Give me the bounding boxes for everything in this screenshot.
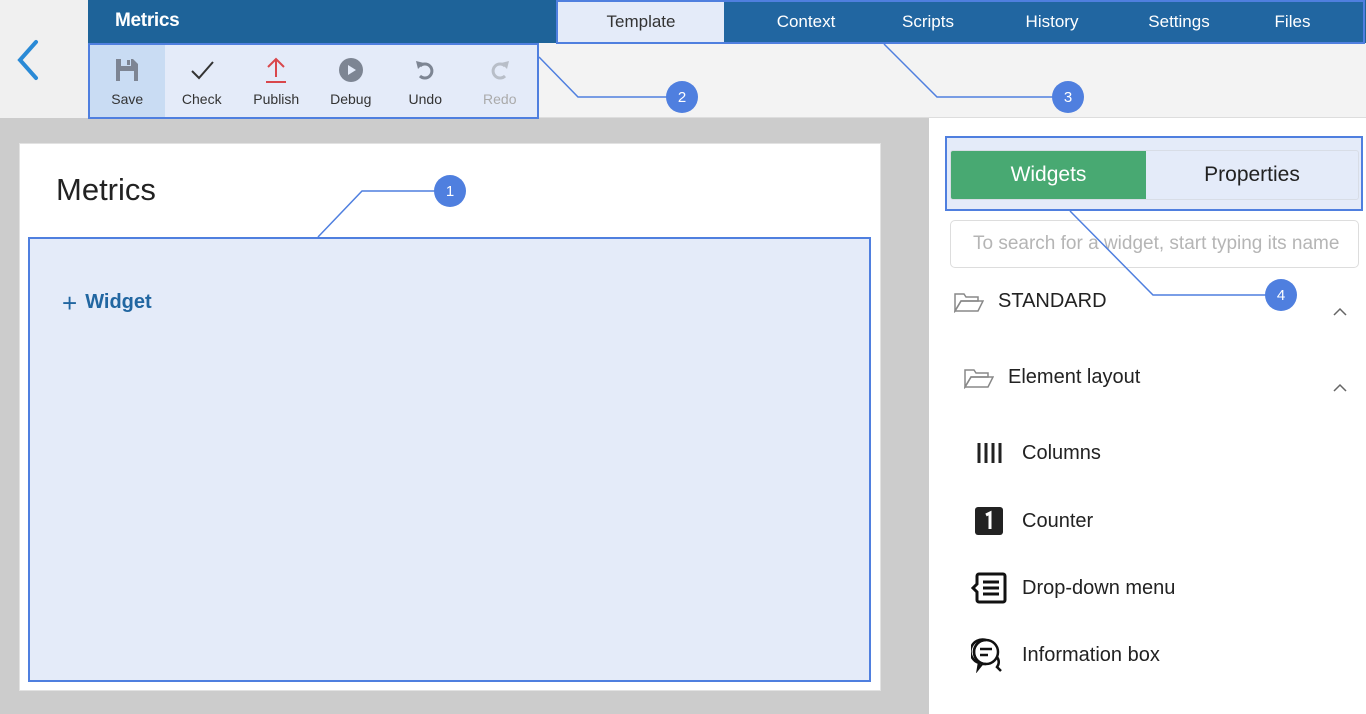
toolbar: Save Check Publish Debug Undo Redo [88, 43, 539, 119]
widget-item-information-box[interactable]: Information box [968, 637, 1160, 673]
group-element-layout-label: Element layout [1008, 366, 1141, 388]
widget-item-counter[interactable]: Counter [968, 507, 1093, 535]
widget-item-columns[interactable]: Columns [968, 441, 1101, 465]
chevron-left-icon [17, 40, 38, 80]
redo-label: Redo [483, 91, 517, 107]
tab-template[interactable]: Template [558, 2, 724, 42]
columns-label: Columns [1022, 441, 1101, 464]
add-widget-button[interactable]: + Widget [62, 287, 152, 318]
tab-context[interactable]: Context [724, 2, 888, 42]
group-standard-label: STANDARD [998, 290, 1107, 312]
redo-button[interactable]: Redo [463, 45, 538, 117]
information-box-label: Information box [1022, 643, 1160, 666]
back-button[interactable] [14, 38, 46, 82]
chevron-up-icon[interactable] [1330, 302, 1350, 322]
checkmark-icon [189, 55, 215, 85]
chevron-up-icon[interactable] [1330, 378, 1350, 398]
information-box-icon [968, 637, 1010, 673]
dropdown-menu-icon [968, 572, 1010, 604]
page-title: Metrics [56, 172, 156, 207]
save-button[interactable]: Save [90, 45, 165, 117]
add-widget-label: Widget [85, 291, 152, 313]
group-standard[interactable]: STANDARD [954, 290, 1107, 313]
group-element-layout[interactable]: Element layout [964, 366, 1140, 389]
save-label: Save [111, 91, 144, 107]
widget-item-dropdown-menu[interactable]: Drop-down menu [968, 572, 1175, 604]
widget-search-input[interactable] [950, 220, 1359, 268]
tab-files[interactable]: Files [1222, 2, 1363, 42]
callout-3: 3 [1052, 81, 1084, 113]
publish-button[interactable]: Publish [239, 45, 314, 117]
undo-button[interactable]: Undo [388, 45, 463, 117]
debug-button[interactable]: Debug [314, 45, 389, 117]
app-title: Metrics [115, 10, 180, 31]
widget-dropzone[interactable] [28, 237, 871, 682]
folder-icon [954, 292, 984, 313]
tab-widgets[interactable]: Widgets [951, 151, 1146, 199]
callout-1: 1 [434, 175, 466, 207]
redo-icon [488, 55, 512, 85]
floppy-disk-icon [114, 55, 140, 85]
tab-scripts[interactable]: Scripts [888, 2, 968, 42]
check-button[interactable]: Check [165, 45, 240, 117]
side-tabs: Widgets Properties [950, 150, 1359, 200]
callout-4: 4 [1265, 279, 1297, 311]
tab-history[interactable]: History [968, 2, 1136, 42]
columns-icon [968, 441, 1010, 465]
main-tabs: Template Context Scripts History Setting… [556, 0, 1365, 44]
tab-settings[interactable]: Settings [1136, 2, 1222, 42]
play-circle-icon [338, 55, 364, 85]
counter-label: Counter [1022, 509, 1094, 532]
counter-icon [968, 507, 1010, 535]
debug-label: Debug [330, 91, 372, 107]
undo-label: Undo [408, 91, 442, 107]
tab-properties[interactable]: Properties [1146, 151, 1358, 199]
dropdown-menu-label: Drop-down menu [1022, 576, 1176, 599]
folder-icon [964, 368, 994, 389]
check-label: Check [181, 91, 222, 107]
undo-icon [413, 55, 437, 85]
upload-arrow-icon [263, 55, 289, 85]
callout-2: 2 [666, 81, 698, 113]
publish-label: Publish [253, 91, 300, 107]
plus-icon: + [62, 287, 78, 318]
